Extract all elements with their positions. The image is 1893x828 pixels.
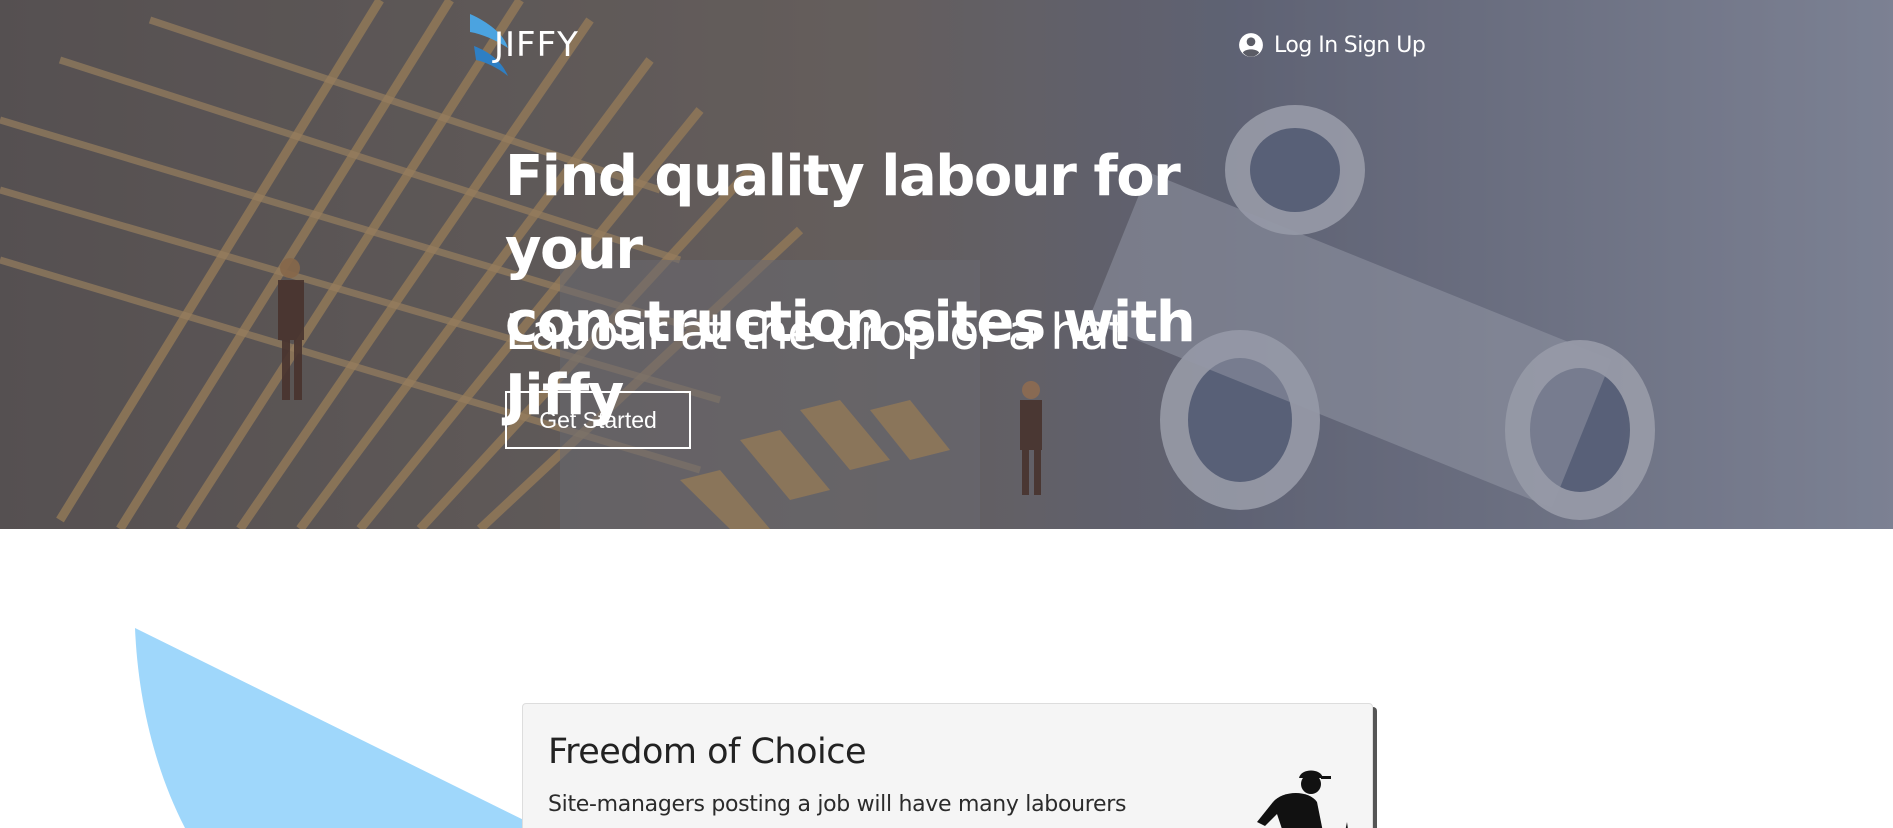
feature-card: Freedom of Choice Site-managers posting …: [522, 703, 1373, 828]
brand-logo[interactable]: JIFFY: [468, 8, 618, 78]
hero-section: JIFFY Log In Sign Up Find quality labour…: [0, 0, 1893, 529]
feature-card-title: Freedom of Choice: [548, 732, 867, 772]
get-started-button[interactable]: Get Started: [505, 391, 691, 449]
logo-text: JIFFY: [494, 25, 579, 65]
construction-worker-icon: [1257, 770, 1348, 828]
hero-title-line1: Find quality labour for your: [505, 144, 1181, 282]
hero-subtitle: Labour at the drop of a hat: [505, 304, 1128, 361]
user-circle-icon: [1239, 33, 1263, 57]
top-nav: Log In Sign Up: [1238, 28, 1426, 62]
signup-link[interactable]: Sign Up: [1344, 33, 1426, 58]
decorative-blue-shape: [135, 628, 540, 828]
feature-card-text: Site-managers posting a job will have ma…: [548, 792, 1127, 817]
hero-title: Find quality labour for your constructio…: [505, 140, 1325, 432]
login-link[interactable]: Log In: [1274, 33, 1338, 58]
